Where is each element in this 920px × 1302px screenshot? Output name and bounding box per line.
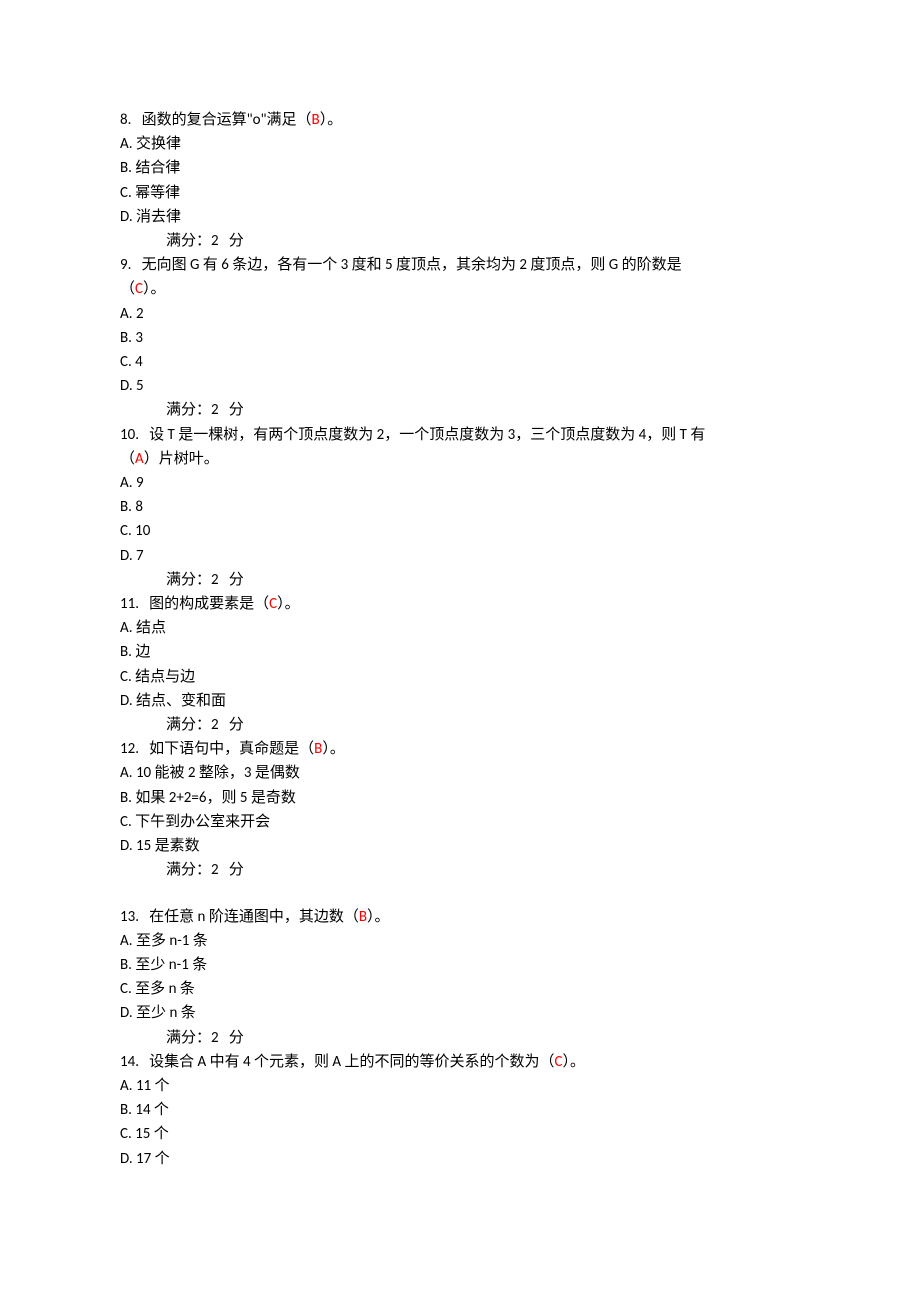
option-b: B. 3 — [120, 326, 800, 350]
document-page: 8. 函数的复合运算"ο"满足（B）。 A. 交换律 B. 结合律 C. 幂等律… — [0, 0, 920, 1302]
option-d: D. 结点、变和面 — [120, 689, 800, 713]
option-a: A. 至多 n-1 条 — [120, 929, 800, 953]
answer-letter: C — [135, 280, 143, 298]
option-a: A. 结点 — [120, 616, 800, 640]
question-stem: 14. 设集合 A 中有 4 个元素，则 A 上的不同的等价关系的个数为（C）。 — [120, 1050, 800, 1074]
option-a: A. 9 — [120, 471, 800, 495]
question-stem: 12. 如下语句中，真命题是（B）。 — [120, 737, 800, 761]
stem-text: 13. 在任意 n 阶连通图中，其边数（ — [120, 908, 359, 926]
score-line: 满分：2 分 — [120, 568, 800, 592]
stem-text: （ — [120, 280, 135, 298]
answer-letter: A — [135, 450, 144, 468]
option-a: A. 交换律 — [120, 132, 800, 156]
option-c: C. 幂等律 — [120, 181, 800, 205]
option-b: B. 结合律 — [120, 156, 800, 180]
option-b: B. 如果 2+2=6，则 5 是奇数 — [120, 786, 800, 810]
option-c: C. 15 个 — [120, 1122, 800, 1146]
stem-text-post: ）。 — [320, 111, 343, 129]
option-b: B. 8 — [120, 495, 800, 519]
option-a: A. 10 能被 2 整除，3 是偶数 — [120, 761, 800, 785]
option-a: A. 2 — [120, 302, 800, 326]
answer-letter: C — [269, 595, 277, 613]
option-d: D. 17 个 — [120, 1147, 800, 1171]
option-c: C. 至多 n 条 — [120, 977, 800, 1001]
option-d: D. 15 是素数 — [120, 834, 800, 858]
score-line: 满分：2 分 — [120, 1026, 800, 1050]
stem-text-post: ）。 — [367, 908, 390, 926]
stem-text-post: ）。 — [277, 595, 300, 613]
stem-text: 14. 设集合 A 中有 4 个元素，则 A 上的不同的等价关系的个数为（ — [120, 1053, 554, 1071]
option-b: B. 至少 n-1 条 — [120, 953, 800, 977]
stem-text: 12. 如下语句中，真命题是（ — [120, 740, 314, 758]
option-c: C. 下午到办公室来开会 — [120, 810, 800, 834]
question-stem: 11. 图的构成要素是（C）。 — [120, 592, 800, 616]
question-stem: 13. 在任意 n 阶连通图中，其边数（B）。 — [120, 905, 800, 929]
option-c: C. 4 — [120, 350, 800, 374]
option-b: B. 边 — [120, 640, 800, 664]
answer-letter: B — [312, 111, 320, 129]
score-line: 满分：2 分 — [120, 398, 800, 422]
option-d: D. 消去律 — [120, 205, 800, 229]
option-a: A. 11 个 — [120, 1074, 800, 1098]
stem-text-post: ）。 — [322, 740, 345, 758]
stem-text: （ — [120, 450, 135, 468]
blank-line — [120, 883, 800, 905]
question-stem-cont: （C）。 — [120, 277, 800, 301]
question-stem: 9. 无向图 G 有 6 条边，各有一个 3 度和 5 度顶点，其余均为 2 度… — [120, 253, 800, 277]
score-line: 满分：2 分 — [120, 858, 800, 882]
score-line: 满分：2 分 — [120, 229, 800, 253]
option-d: D. 5 — [120, 374, 800, 398]
question-stem: 8. 函数的复合运算"ο"满足（B）。 — [120, 108, 800, 132]
answer-letter: B — [359, 908, 367, 926]
score-line: 满分：2 分 — [120, 713, 800, 737]
stem-text-post: ）。 — [143, 280, 166, 298]
stem-text-post: ）。 — [562, 1053, 585, 1071]
stem-text-post: ）片树叶。 — [144, 450, 219, 468]
stem-text: 11. 图的构成要素是（ — [120, 595, 269, 613]
question-stem: 10. 设 T 是一棵树，有两个顶点度数为 2，一个顶点度数为 3，三个顶点度数… — [120, 423, 800, 447]
stem-text: 8. 函数的复合运算"ο"满足（ — [120, 111, 312, 129]
option-d: D. 7 — [120, 544, 800, 568]
option-c: C. 10 — [120, 519, 800, 543]
option-d: D. 至少 n 条 — [120, 1001, 800, 1025]
option-c: C. 结点与边 — [120, 665, 800, 689]
question-stem-cont: （A）片树叶。 — [120, 447, 800, 471]
option-b: B. 14 个 — [120, 1098, 800, 1122]
